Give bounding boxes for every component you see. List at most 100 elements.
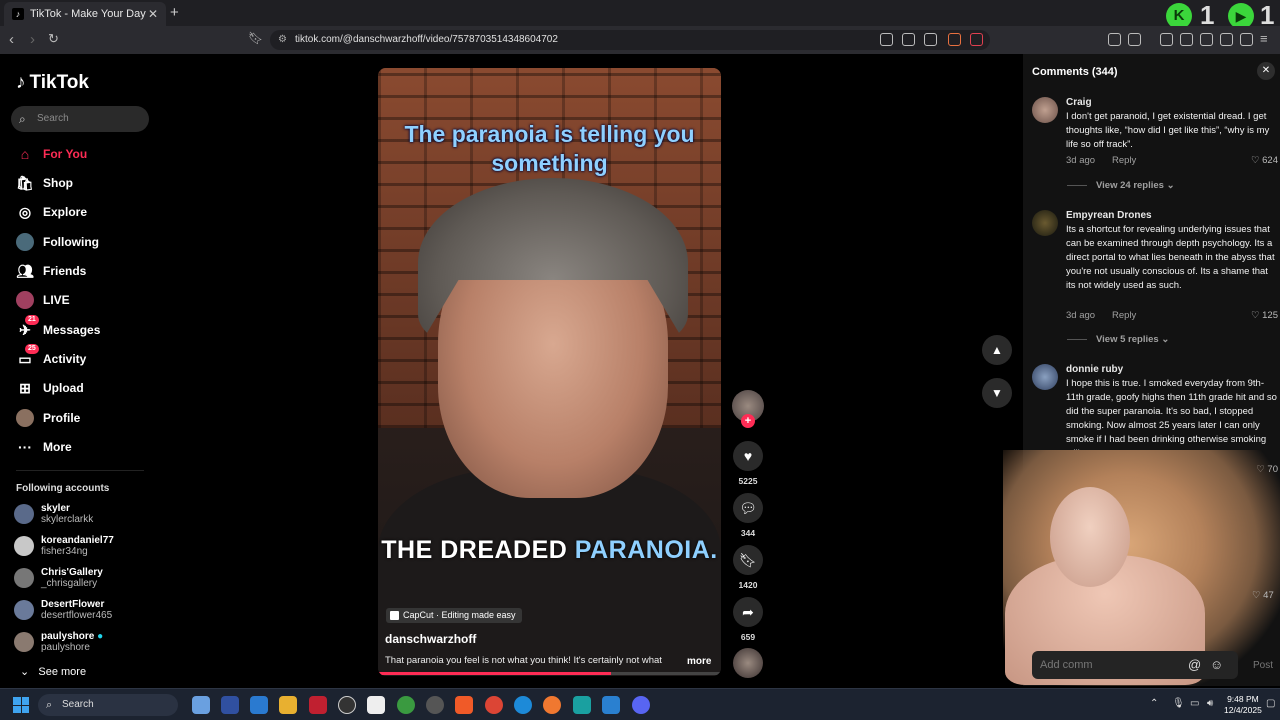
avatar[interactable] bbox=[1032, 97, 1058, 123]
share-button[interactable]: ➦ 659 bbox=[733, 597, 763, 642]
wallet-icon[interactable] bbox=[1200, 33, 1213, 46]
chrome-icon[interactable] bbox=[485, 696, 503, 714]
activity-badge: 25 bbox=[25, 344, 39, 354]
nav-activity[interactable]: ▭ 25 Activity bbox=[16, 344, 87, 370]
menu-icon[interactable]: ≡ bbox=[1260, 31, 1268, 46]
app-icon[interactable] bbox=[367, 696, 385, 714]
video-caption-bottom: THE DREADED PARANOIA. bbox=[378, 536, 721, 565]
post-button[interactable]: Post bbox=[1253, 660, 1273, 671]
video-player[interactable]: The paranoia is telling you something TH… bbox=[378, 68, 721, 676]
brave-browser-icon[interactable] bbox=[455, 696, 473, 714]
app-icon[interactable] bbox=[221, 696, 239, 714]
comment-author[interactable]: Craig bbox=[1066, 97, 1092, 108]
comment-like[interactable]: ♡ 125 bbox=[1251, 310, 1278, 321]
close-tab-icon[interactable]: ✕ bbox=[148, 7, 158, 21]
description-more-button[interactable]: more bbox=[687, 656, 711, 667]
comment-button[interactable]: 💬︎ 344 bbox=[733, 493, 763, 538]
comment-like[interactable]: ♡ 624 bbox=[1251, 155, 1278, 166]
reload-icon[interactable]: ↻ bbox=[48, 31, 59, 47]
forward-icon[interactable]: › bbox=[30, 31, 35, 48]
following-account[interactable]: paulyshore ● paulyshore bbox=[14, 631, 103, 653]
volume-icon[interactable]: 🔊︎ bbox=[1207, 698, 1213, 709]
nav-friends[interactable]: 👥︎ Friends bbox=[16, 260, 86, 282]
task-view-icon[interactable] bbox=[192, 696, 210, 714]
previous-video-button[interactable]: ▲ bbox=[982, 335, 1012, 365]
share-icon[interactable] bbox=[924, 33, 937, 46]
nav-explore[interactable]: ◎ Explore bbox=[16, 201, 87, 223]
bookmark-icon[interactable]: 🔖︎ bbox=[248, 31, 263, 45]
emoji-icon[interactable]: ☺ bbox=[1210, 657, 1223, 672]
nav-upload[interactable]: ⊞ Upload bbox=[16, 377, 84, 399]
extensions-icon[interactable] bbox=[1108, 33, 1121, 46]
video-author[interactable]: danschwarzhoff bbox=[385, 632, 476, 646]
nav-for-you[interactable]: ⌂ For You bbox=[16, 143, 87, 165]
nav-messages[interactable]: ✈︎ 21 Messages bbox=[16, 315, 100, 341]
following-account[interactable]: Chris'Gallery _chrisgallery bbox=[14, 567, 103, 589]
app-icon[interactable] bbox=[426, 696, 444, 714]
save-button[interactable]: 🔖︎ 1420 bbox=[733, 545, 763, 590]
discord-icon[interactable] bbox=[632, 696, 650, 714]
search-input[interactable]: ⌕ Search bbox=[11, 106, 149, 132]
close-comments-button[interactable]: ✕ bbox=[1257, 62, 1275, 80]
comment-like[interactable]: ♡ 47 bbox=[1252, 590, 1274, 601]
new-tab-icon[interactable]: + bbox=[170, 4, 179, 21]
reply-button[interactable]: Reply bbox=[1112, 310, 1136, 321]
camera-off-icon[interactable] bbox=[880, 33, 893, 46]
brave-shields-icon[interactable] bbox=[948, 33, 961, 46]
comment-author[interactable]: donnie ruby bbox=[1066, 364, 1123, 375]
next-video-button[interactable]: ▼ bbox=[982, 378, 1012, 408]
like-button[interactable]: ♥ 5225 bbox=[733, 441, 763, 486]
tray-chevron-icon[interactable]: ⌃ bbox=[1150, 698, 1158, 709]
app-icon[interactable] bbox=[309, 696, 327, 714]
file-explorer-icon[interactable] bbox=[279, 696, 297, 714]
vpn-icon[interactable] bbox=[1240, 33, 1253, 46]
nav-more[interactable]: ··· More bbox=[16, 436, 72, 458]
capcut-tag[interactable]: CapCut · Editing made easy bbox=[386, 608, 522, 623]
taskbar-clock[interactable]: 9:48 PM 12/4/2025 bbox=[1224, 694, 1262, 716]
view-replies-button[interactable]: View 24 replies ⌄ bbox=[1067, 180, 1175, 191]
view-replies-button[interactable]: View 5 replies ⌄ bbox=[1067, 334, 1169, 345]
nav-following[interactable]: Following bbox=[16, 231, 99, 253]
edge-icon[interactable] bbox=[514, 696, 532, 714]
following-account[interactable]: skyler skylerclarkk bbox=[14, 503, 93, 525]
comment-count: 344 bbox=[740, 528, 756, 538]
music-disc-icon[interactable] bbox=[733, 648, 763, 678]
reply-button[interactable]: Reply bbox=[1112, 155, 1136, 166]
network-icon[interactable]: ▭ bbox=[1190, 698, 1199, 709]
app-icon[interactable] bbox=[250, 696, 268, 714]
nav-label: Activity bbox=[43, 352, 87, 366]
windows-start-icon[interactable] bbox=[13, 697, 29, 713]
firefox-icon[interactable] bbox=[543, 696, 561, 714]
app-icon[interactable] bbox=[573, 696, 591, 714]
comment-author[interactable]: Empyrean Drones bbox=[1066, 210, 1152, 221]
notifications-icon[interactable]: ▢ bbox=[1266, 698, 1275, 709]
microphone-icon[interactable]: 🎙︎ bbox=[1172, 698, 1185, 709]
follow-plus-icon[interactable]: + bbox=[741, 414, 755, 428]
nav-profile[interactable]: Profile bbox=[16, 407, 80, 429]
cast-icon[interactable] bbox=[902, 33, 915, 46]
back-icon[interactable]: ‹ bbox=[9, 31, 14, 48]
video-progress-bar[interactable] bbox=[378, 672, 721, 675]
following-account[interactable]: DesertFlower desertflower465 bbox=[14, 599, 112, 621]
following-account[interactable]: koreandaniel77 fisher34ng bbox=[14, 535, 114, 557]
tiktok-logo[interactable]: ♪ TikTok bbox=[16, 72, 89, 94]
site-info-icon[interactable]: ⚙︎ bbox=[278, 30, 287, 50]
media-icon[interactable] bbox=[1160, 33, 1173, 46]
add-comment-input[interactable]: Add comm bbox=[1032, 651, 1238, 679]
app-icon[interactable] bbox=[397, 696, 415, 714]
heart-icon: ♥ bbox=[733, 441, 763, 471]
app-icon[interactable] bbox=[338, 696, 356, 714]
reader-icon[interactable] bbox=[1128, 33, 1141, 46]
mention-icon[interactable]: @ bbox=[1188, 657, 1201, 672]
taskbar-search[interactable]: ⌕ Search bbox=[38, 694, 178, 716]
vscode-icon[interactable] bbox=[602, 696, 620, 714]
browser-tab[interactable]: ♪ TikTok - Make Your Day ✕ bbox=[4, 2, 166, 26]
sidebar-toggle-icon[interactable] bbox=[1180, 33, 1193, 46]
brave-rewards-icon[interactable] bbox=[970, 33, 983, 46]
nav-shop[interactable]: 🛍︎ Shop bbox=[16, 172, 73, 194]
nav-live[interactable]: LIVE bbox=[16, 289, 70, 311]
leo-ai-icon[interactable] bbox=[1220, 33, 1233, 46]
avatar[interactable] bbox=[1032, 364, 1058, 390]
avatar[interactable] bbox=[1032, 210, 1058, 236]
see-more-button[interactable]: ⌄ See more bbox=[20, 665, 86, 678]
